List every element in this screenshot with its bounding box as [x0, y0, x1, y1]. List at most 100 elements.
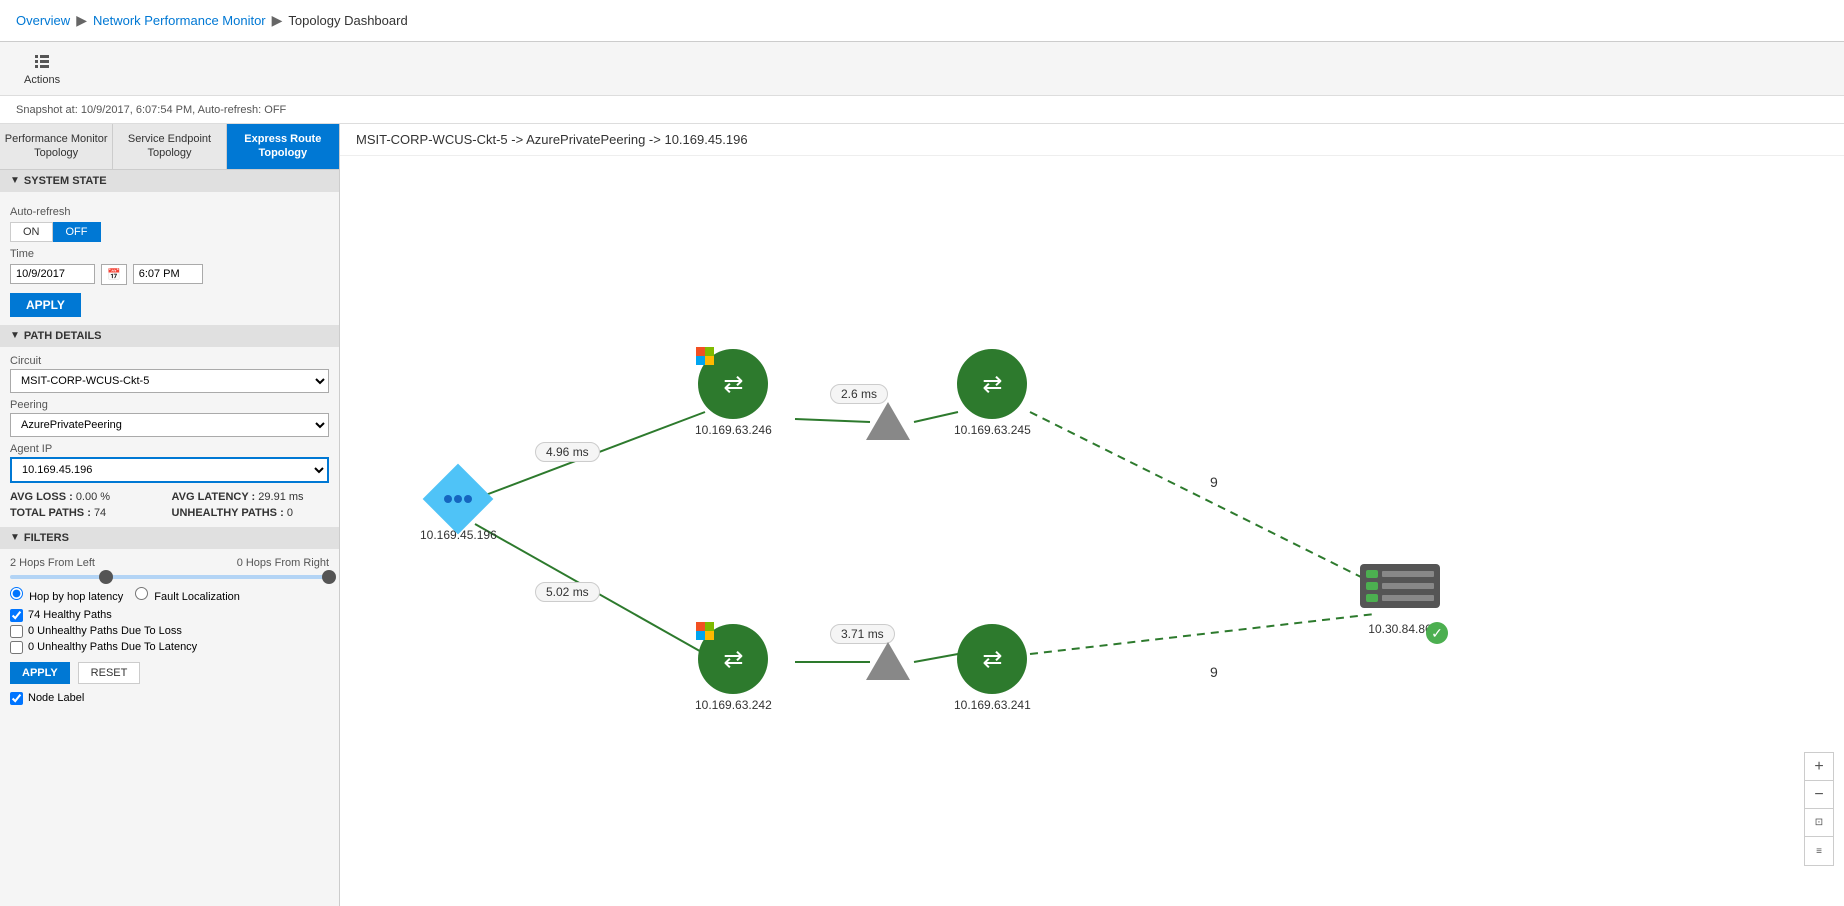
- avg-loss-stat: AVG LOSS : 0.00 %: [10, 491, 168, 503]
- node-label-top-right: 10.169.63.245: [954, 423, 1031, 437]
- tab-performance-monitor[interactable]: Performance Monitor Topology: [0, 124, 113, 169]
- hops-slider-row: 2 Hops From Left 0 Hops From Right: [10, 557, 329, 579]
- stats-grid: AVG LOSS : 0.00 % AVG LATENCY : 29.91 ms…: [10, 491, 329, 519]
- snapshot-bar: Snapshot at: 10/9/2017, 6:07:54 PM, Auto…: [0, 96, 1844, 124]
- fault-localization-label[interactable]: Fault Localization: [135, 587, 240, 603]
- tab-express-route[interactable]: Express Route Topology: [227, 124, 339, 169]
- hops-right-thumb[interactable]: [322, 570, 336, 584]
- zoom-in-button[interactable]: +: [1805, 753, 1833, 781]
- zoom-fit-button[interactable]: ⊡: [1805, 809, 1833, 837]
- agent-dot-2: [454, 495, 462, 503]
- node-label-checkbox[interactable]: [10, 692, 23, 705]
- path-details-content: Circuit MSIT-CORP-WCUS-Ckt-5 Peering Azu…: [0, 347, 339, 713]
- canvas-area: MSIT-CORP-WCUS-Ckt-5 -> AzurePrivatePeer…: [340, 124, 1844, 906]
- hops-left-thumb[interactable]: [99, 570, 113, 584]
- total-paths-value: 74: [94, 507, 106, 519]
- breadcrumb-topology: Topology Dashboard: [288, 13, 407, 28]
- node-bottom-right[interactable]: ⇄ 10.169.63.241: [954, 624, 1031, 712]
- filter-buttons: APPLY RESET: [10, 662, 329, 684]
- node-bottom-left[interactable]: ⇄ 10.169.63.242: [695, 624, 772, 712]
- node-circle-bottom-right: ⇄: [957, 624, 1027, 694]
- ms-q1-bottom-left: [696, 622, 705, 631]
- peering-row: Peering AzurePrivatePeering: [10, 399, 329, 437]
- unhealthy-paths-label: UNHEALTHY PATHS :: [172, 507, 284, 519]
- latency-paths-label: 0 Unhealthy Paths Due To Latency: [28, 641, 197, 653]
- node-top-left[interactable]: ⇄ 10.169.63.246: [695, 349, 772, 437]
- display-mode-radios: Hop by hop latency Fault Localization: [10, 587, 329, 603]
- dest-row-3: [1366, 594, 1434, 602]
- auto-refresh-off[interactable]: OFF: [53, 222, 101, 242]
- router-bottom[interactable]: [866, 642, 910, 680]
- filters-reset-button[interactable]: RESET: [78, 662, 141, 684]
- exchange-icon-top-right: ⇄: [982, 370, 1002, 399]
- filters-label: FILTERS: [24, 532, 69, 544]
- avg-loss-value: 0.00 %: [76, 491, 110, 503]
- node-label-text: Node Label: [28, 692, 84, 704]
- dest-bar-2: [1382, 583, 1434, 589]
- healthy-paths-checkbox[interactable]: [10, 609, 23, 622]
- ms-q4-top-left: [705, 356, 714, 365]
- loss-paths-label: 0 Unhealthy Paths Due To Loss: [28, 625, 182, 637]
- breadcrumb-npm[interactable]: Network Performance Monitor: [93, 13, 266, 28]
- filters-arrow: ▼: [10, 532, 20, 543]
- latency-badge-top-middle: 2.6 ms: [830, 384, 888, 404]
- datetime-row: 📅: [10, 264, 329, 285]
- network-lines: [340, 164, 1844, 906]
- dest-row-2: [1366, 582, 1434, 590]
- filters-header[interactable]: ▼ FILTERS: [0, 527, 339, 549]
- hop-by-hop-label[interactable]: Hop by hop latency: [10, 587, 123, 603]
- network-diagram: 10.169.45.196 4.96 ms 5.02 ms ⇄ 10.169.6: [340, 164, 1844, 906]
- latency-paths-checkbox[interactable]: [10, 641, 23, 654]
- agent-node[interactable]: 10.169.45.196: [420, 474, 497, 542]
- system-state-arrow: ▼: [10, 175, 20, 186]
- node-label-bottom-left: 10.169.63.242: [695, 698, 772, 712]
- node-circle-top-right: ⇄: [957, 349, 1027, 419]
- zoom-out-button[interactable]: −: [1805, 781, 1833, 809]
- peering-select[interactable]: AzurePrivatePeering: [10, 413, 329, 437]
- actions-button[interactable]: Actions: [16, 48, 68, 90]
- destination-node[interactable]: ✓ 10.30.84.86: [1360, 564, 1440, 636]
- main-layout: Performance Monitor Topology Service End…: [0, 124, 1844, 906]
- ms-flag-top-left: [696, 347, 714, 365]
- fault-localization-radio[interactable]: [135, 587, 148, 600]
- auto-refresh-label: Auto-refresh: [10, 206, 329, 218]
- tab-service-endpoint[interactable]: Service Endpoint Topology: [113, 124, 226, 169]
- latency-badge-agent-top: 4.96 ms: [535, 442, 600, 462]
- node-top-right[interactable]: ⇄ 10.169.63.245: [954, 349, 1031, 437]
- date-input[interactable]: [10, 264, 95, 284]
- canvas-title: MSIT-CORP-WCUS-Ckt-5 -> AzurePrivatePeer…: [340, 124, 1844, 156]
- total-paths-label: TOTAL PATHS :: [10, 507, 91, 519]
- circuit-select[interactable]: MSIT-CORP-WCUS-Ckt-5: [10, 369, 329, 393]
- agent-ip-label: Agent IP: [10, 443, 329, 455]
- ms-q1-top-left: [696, 347, 705, 356]
- hop-count-bottom: 9: [1210, 664, 1218, 680]
- calendar-icon[interactable]: 📅: [101, 264, 127, 285]
- latency-badge-agent-bottom: 5.02 ms: [535, 582, 600, 602]
- unhealthy-paths-stat: UNHEALTHY PATHS : 0: [172, 507, 330, 519]
- loss-paths-row: 0 Unhealthy Paths Due To Loss: [10, 625, 329, 638]
- total-paths-stat: TOTAL PATHS : 74: [10, 507, 168, 519]
- snapshot-text: Snapshot at: 10/9/2017, 6:07:54 PM, Auto…: [16, 104, 286, 116]
- time-label: Time: [10, 248, 329, 260]
- hop-by-hop-radio[interactable]: [10, 587, 23, 600]
- dest-bar-1: [1382, 571, 1434, 577]
- hops-labels: 2 Hops From Left 0 Hops From Right: [10, 557, 329, 569]
- filters-apply-button[interactable]: APPLY: [10, 662, 70, 684]
- breadcrumb-overview[interactable]: Overview: [16, 13, 70, 28]
- ms-q2-bottom-left: [705, 622, 714, 631]
- loss-paths-checkbox[interactable]: [10, 625, 23, 638]
- zoom-grid-button[interactable]: ≡: [1805, 837, 1833, 865]
- apply-button[interactable]: APPLY: [10, 293, 81, 317]
- agent-ip-select[interactable]: 10.169.45.196: [10, 457, 329, 483]
- breadcrumb-sep-2: ▶: [272, 12, 283, 29]
- exchange-icon-top-left: ⇄: [723, 370, 743, 399]
- system-state-header[interactable]: ▼ SYSTEM STATE: [0, 170, 339, 192]
- topology-tabs: Performance Monitor Topology Service End…: [0, 124, 339, 170]
- auto-refresh-on[interactable]: ON: [10, 222, 53, 242]
- router-top[interactable]: [866, 402, 910, 440]
- path-details-header[interactable]: ▼ PATH DETAILS: [0, 325, 339, 347]
- header: Overview ▶ Network Performance Monitor ▶…: [0, 0, 1844, 42]
- peering-label: Peering: [10, 399, 329, 411]
- time-input[interactable]: [133, 264, 203, 284]
- dest-dot-3: [1366, 594, 1378, 602]
